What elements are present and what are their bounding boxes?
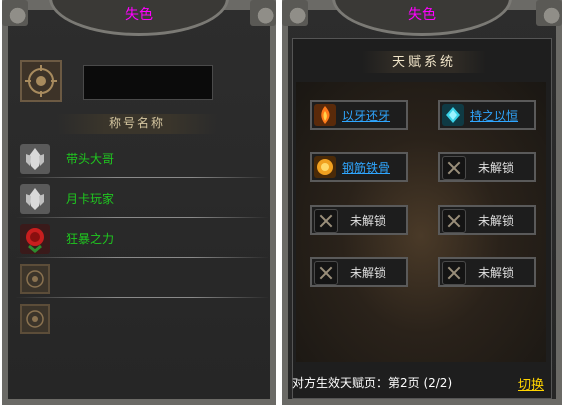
talent-footer: 对方生效天赋页：第2页 (2/2) 切换	[292, 366, 552, 396]
talent-label: 持之以恒	[470, 109, 519, 123]
red-rose-icon	[20, 224, 50, 254]
active-talent-page-text: 对方生效天赋页：第2页 (2/2)	[292, 376, 453, 390]
talent-label: 未解锁	[478, 214, 515, 228]
panel-title: 失色	[408, 7, 436, 23]
talent-panel: 失色 天赋系统 以牙还牙 持之以恒 钢筋铁骨 未解锁 未解锁 未解锁 未解锁 未…	[282, 0, 562, 405]
talent-button[interactable]: 以牙还牙	[310, 100, 408, 130]
talent-button[interactable]: 持之以恒	[438, 100, 536, 130]
row-divider	[16, 177, 268, 178]
fire-fang-icon	[314, 104, 336, 126]
lock-icon	[314, 209, 338, 233]
talent-button[interactable]: 未解锁	[438, 152, 536, 182]
silver-wings-icon	[20, 184, 50, 214]
talent-label: 以牙还牙	[342, 109, 391, 123]
talent-button[interactable]: 未解锁	[310, 205, 408, 235]
title-row[interactable]	[16, 260, 268, 298]
lock-icon	[314, 261, 338, 285]
player-name-box	[83, 65, 213, 100]
lock-icon	[442, 156, 466, 180]
talent-button[interactable]: 未解锁	[438, 205, 536, 235]
talent-button[interactable]: 未解锁	[310, 257, 408, 287]
switch-button[interactable]: 切换	[518, 374, 544, 393]
title-row[interactable]: 狂暴之力	[16, 220, 268, 258]
talent-label: 未解锁	[478, 266, 515, 280]
title-label: 月卡玩家	[66, 192, 115, 206]
lock-icon	[442, 261, 466, 285]
panel-title: 失色	[125, 7, 153, 23]
golden-armor-icon	[314, 156, 336, 178]
talent-button[interactable]: 未解锁	[438, 257, 536, 287]
silver-wings-icon	[20, 144, 50, 174]
talent-button[interactable]: 钢筋铁骨	[310, 152, 408, 182]
talent-label: 钢筋铁骨	[342, 161, 391, 175]
section-title: 称号名称	[57, 114, 217, 134]
title-row[interactable]: 带头大哥	[16, 140, 268, 178]
cyan-crystal-icon	[442, 104, 464, 126]
row-divider	[16, 297, 268, 298]
row-divider	[16, 257, 268, 258]
talent-label: 未解锁	[350, 266, 387, 280]
lock-icon	[442, 209, 466, 233]
title-emblem-icon	[20, 60, 62, 102]
empty-slot-icon	[20, 264, 50, 294]
row-divider	[16, 217, 268, 218]
title-row[interactable]	[16, 300, 268, 338]
title-label: 带头大哥	[66, 152, 115, 166]
talent-header: 天赋系统	[362, 51, 486, 73]
title-panel: 失色 称号名称 带头大哥 月卡玩家 狂暴之力	[2, 0, 276, 405]
empty-slot-icon	[20, 304, 50, 334]
title-label: 狂暴之力	[66, 232, 115, 246]
title-row[interactable]: 月卡玩家	[16, 180, 268, 218]
talent-label: 未解锁	[350, 214, 387, 228]
talent-label: 未解锁	[478, 161, 515, 175]
